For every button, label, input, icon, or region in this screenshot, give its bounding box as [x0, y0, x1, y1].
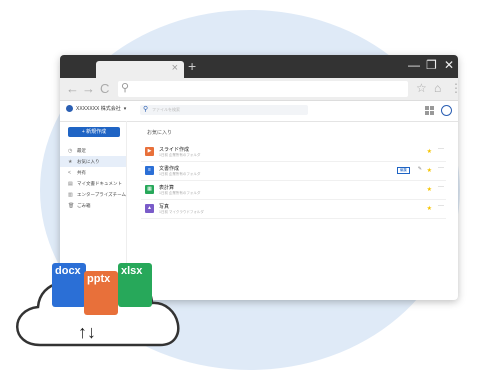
sync-arrows-icon: ↑↓	[78, 322, 96, 342]
apps-grid-icon[interactable]	[425, 106, 434, 115]
address-bar: ← → C ⚲ ☆ ⌂ ⋮	[60, 78, 458, 101]
sidebar-item-label: マイ文書ドキュメント	[77, 180, 122, 186]
sidebar-item-doc[interactable]: ▤ マイ文書ドキュメント	[60, 178, 126, 189]
account-icon[interactable]	[441, 105, 452, 116]
file-name: スライド作成	[159, 147, 190, 153]
file-meta: 1日前 企業所有のフォルダ	[159, 153, 201, 157]
sheet-file-icon: ▦	[145, 185, 154, 194]
pencil-icon[interactable]: ✎	[418, 166, 422, 172]
pptx-label: pptx	[87, 273, 111, 285]
file-row[interactable]: ▦ 表計算 1日前 企業所有のフォルダ ★ ···	[141, 181, 446, 200]
clock-icon: ◷	[68, 147, 73, 154]
edit-badge[interactable]: 編集	[397, 167, 410, 174]
more-icon[interactable]: ···	[438, 146, 444, 152]
file-row[interactable]: ▶ スライド作成 1日前 企業所有のフォルダ ★ ···	[141, 143, 446, 162]
section-title: お気に入り	[147, 130, 173, 136]
file-name: 写真	[159, 204, 170, 210]
star-icon: ★	[68, 158, 73, 165]
maximize-icon[interactable]: ❐	[426, 58, 437, 72]
tab-bar: × + — ❐ ✕	[60, 55, 458, 78]
star-icon[interactable]: ★	[427, 186, 432, 193]
sidebar-item-label: ごみ箱	[77, 202, 91, 208]
url-input[interactable]: ⚲	[118, 81, 408, 97]
close-window-icon[interactable]: ✕	[444, 58, 454, 72]
star-icon[interactable]: ★	[427, 148, 432, 155]
close-tab-icon[interactable]: ×	[172, 62, 178, 74]
star-icon[interactable]: ★	[427, 205, 432, 212]
bookmark-star-icon[interactable]: ☆	[416, 81, 427, 95]
search-placeholder: ファイルを検索	[152, 107, 180, 112]
star-icon[interactable]: ★	[427, 167, 432, 174]
xlsx-label: xlsx	[121, 265, 143, 277]
browser-tab[interactable]: ×	[96, 61, 184, 78]
sidebar-item-label: お気に入り	[77, 158, 100, 164]
file-meta: 1日前 企業所有のフォルダ	[159, 172, 201, 176]
sidebar-item-label: エンタープライズチーム	[77, 191, 126, 197]
docx-file-icon: docx	[52, 263, 86, 307]
share-icon: <	[68, 169, 71, 176]
xlsx-file-icon: xlsx	[118, 263, 152, 307]
enterprise-icon: ▥	[68, 191, 73, 198]
file-row[interactable]: ▲ 写真 1日前 マイクラウドフォルダ ★ ···	[141, 200, 446, 219]
cloud-illustration: docx xlsx pptx	[0, 235, 220, 375]
more-icon[interactable]: ···	[438, 203, 444, 209]
file-meta: 1日前 企業所有のフォルダ	[159, 191, 201, 195]
sidebar-item-star[interactable]: ★ お気に入り	[60, 156, 126, 167]
sidebar-item-label: 最近	[77, 147, 86, 153]
sidebar-item-share[interactable]: < 共有	[60, 167, 126, 178]
photo-file-icon: ▲	[145, 204, 154, 213]
new-button[interactable]: + 新規作成	[68, 127, 120, 137]
app-header: XXXXXXX 株式会社 ▾ ⚲ ファイルを検索	[60, 101, 458, 122]
docx-label: docx	[55, 265, 81, 277]
file-meta: 1日前 マイクラウドフォルダ	[159, 210, 204, 214]
new-tab-icon[interactable]: +	[188, 58, 196, 74]
pptx-file-icon: pptx	[84, 271, 118, 315]
home-icon[interactable]: ⌂	[434, 81, 441, 95]
minimize-icon[interactable]: —	[408, 58, 420, 72]
search-icon: ⚲	[143, 106, 149, 113]
forward-icon[interactable]: →	[82, 81, 95, 96]
sidebar-item-enterprise[interactable]: ▥ エンタープライズチーム	[60, 189, 126, 200]
trash-icon: 🗑	[68, 202, 75, 209]
reload-icon[interactable]: C	[100, 81, 109, 96]
sidebar-item-trash[interactable]: 🗑 ごみ箱	[60, 200, 126, 211]
slides-file-icon: ▶	[145, 147, 154, 156]
doc-icon: ▤	[68, 180, 73, 187]
more-icon[interactable]: ···	[438, 184, 444, 190]
more-icon[interactable]: ···	[438, 165, 444, 171]
file-name: 文書作成	[159, 166, 180, 172]
doc-file-icon: ≡	[145, 166, 154, 175]
company-switcher[interactable]: XXXXXXX 株式会社 ▾	[66, 105, 126, 112]
search-icon: ⚲	[121, 82, 130, 94]
sidebar-item-label: 共有	[77, 169, 86, 175]
sidebar-item-clock[interactable]: ◷ 最近	[60, 145, 126, 156]
file-row[interactable]: ≡ 文書作成 1日前 企業所有のフォルダ 編集 ✎ ★ ···	[141, 162, 446, 181]
chevron-down-icon: ▾	[123, 105, 127, 112]
company-logo-icon	[66, 105, 73, 112]
search-input[interactable]: ⚲ ファイルを検索	[140, 105, 308, 115]
company-name: XXXXXXX 株式会社	[76, 106, 121, 112]
back-icon[interactable]: ←	[66, 81, 79, 96]
menu-icon[interactable]: ⋮	[450, 81, 458, 95]
file-name: 表計算	[159, 185, 175, 191]
